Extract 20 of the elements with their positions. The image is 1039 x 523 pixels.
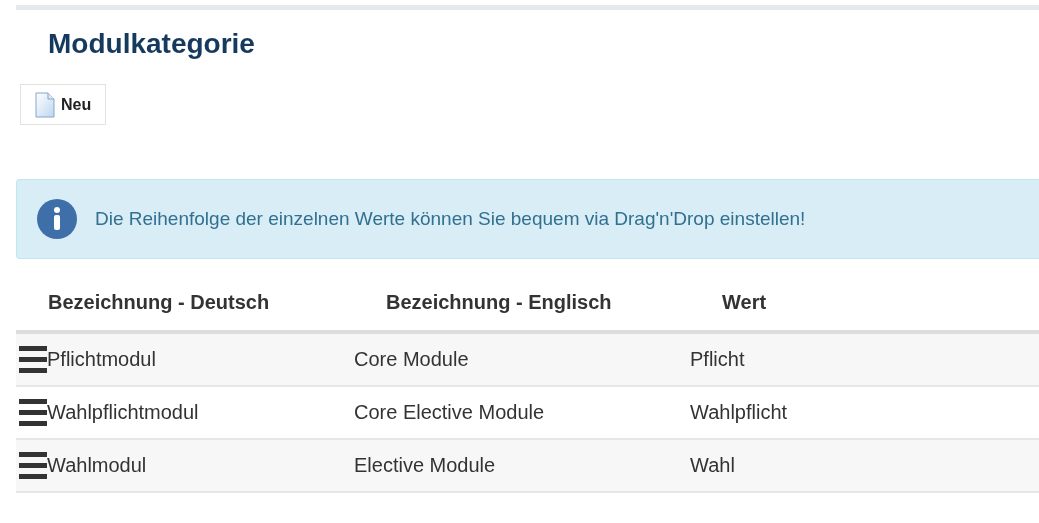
drag-handle-icon[interactable] xyxy=(19,399,47,426)
column-header: Wert xyxy=(722,291,767,313)
table-cell: Wahlmodul xyxy=(47,454,147,477)
page-title: Modulkategorie xyxy=(48,27,256,61)
drag-handle-icon[interactable] xyxy=(19,346,47,373)
table-cell: Pflicht xyxy=(690,348,745,370)
table-cell: Wahl xyxy=(690,454,735,476)
table-cell: Wahlpflichtmodul xyxy=(47,401,199,424)
column-header: Bezeichnung - Deutsch xyxy=(48,291,270,313)
new-button[interactable]: Neu xyxy=(20,84,107,125)
table-cell: Core Elective Module xyxy=(354,401,545,423)
column-header: Bezeichnung - Englisch xyxy=(386,291,612,313)
info-icon xyxy=(37,199,77,239)
table-cell: Wahlpflicht xyxy=(690,401,788,423)
table-cell: Elective Module xyxy=(354,454,496,476)
alert-text: Die Reihenfolge der einzelnen Werte können Sie bequem via Drag'n'Drop einstellen! xyxy=(95,208,806,230)
table-cell: Core Module xyxy=(354,348,469,370)
table-cell: Pflichtmodul xyxy=(47,348,156,371)
drag-handle-icon[interactable] xyxy=(19,452,47,479)
document-icon xyxy=(35,91,55,118)
